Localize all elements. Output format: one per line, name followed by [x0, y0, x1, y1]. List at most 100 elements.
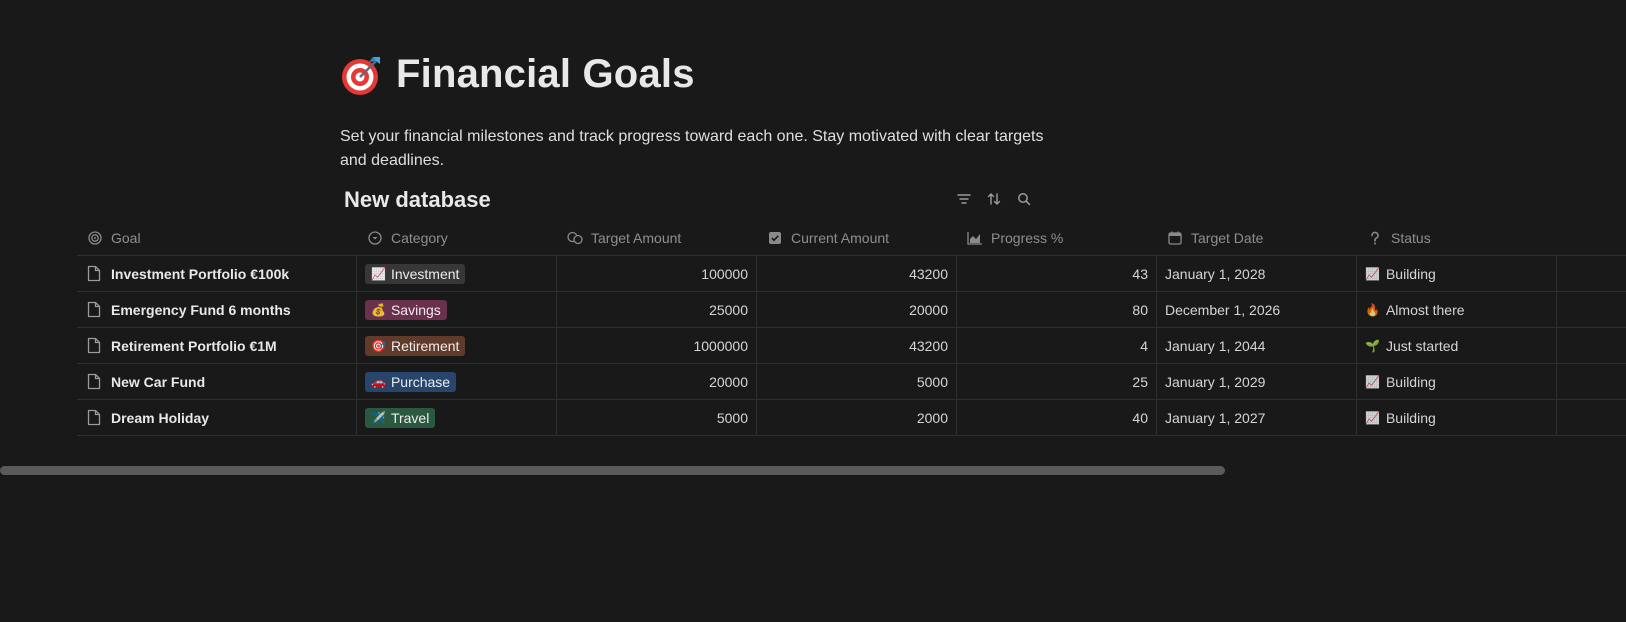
cell-goal[interactable]: Retirement Portfolio €1M — [77, 328, 357, 363]
column-label: Current Amount — [791, 229, 890, 246]
goal-name: Investment Portfolio €100k — [111, 265, 290, 282]
page-description[interactable]: Set your financial milestones and track … — [340, 125, 1060, 173]
column-header-status[interactable]: Status — [1357, 220, 1557, 255]
cell-category[interactable]: 🎯 Retirement — [357, 328, 557, 363]
page-icon — [87, 265, 103, 283]
checkbox-icon — [767, 230, 783, 246]
page-icon — [87, 409, 103, 427]
cell-empty[interactable] — [1557, 400, 1626, 435]
target-icon — [87, 230, 103, 246]
cell-current-amount[interactable]: 43200 — [757, 328, 957, 363]
question-icon — [1367, 230, 1383, 246]
page-icon — [87, 373, 103, 391]
status-emoji-icon: 📈 — [1365, 410, 1380, 425]
page-icon — [87, 337, 103, 355]
table-row[interactable]: Investment Portfolio €100k 📈 Investment … — [77, 256, 1626, 292]
category-tag[interactable]: ✈️ Travel — [365, 407, 436, 428]
cell-target-amount[interactable]: 20000 — [557, 364, 757, 399]
cell-current-amount[interactable]: 2000 — [757, 400, 957, 435]
cell-empty[interactable] — [1557, 292, 1626, 327]
cell-goal[interactable]: Investment Portfolio €100k — [77, 256, 357, 291]
area-chart-icon — [967, 230, 983, 246]
cell-goal[interactable]: New Car Fund — [77, 364, 357, 399]
table-row[interactable]: Retirement Portfolio €1M 🎯 Retirement 10… — [77, 328, 1626, 364]
status-emoji-icon: 📈 — [1365, 266, 1380, 281]
sort-icon[interactable] — [984, 189, 1004, 209]
cell-target-amount[interactable]: 1000000 — [557, 328, 757, 363]
cell-category[interactable]: 📈 Investment — [357, 256, 557, 291]
cell-empty[interactable] — [1557, 256, 1626, 291]
cell-status[interactable]: 📈 Building — [1357, 256, 1557, 291]
horizontal-scrollbar[interactable] — [0, 466, 1225, 475]
cell-target-date[interactable]: January 1, 2027 — [1157, 400, 1357, 435]
notion-page: Financial Goals Set your financial miles… — [0, 0, 1626, 622]
column-label: Goal — [111, 229, 141, 246]
category-tag[interactable]: 🎯 Retirement — [365, 335, 466, 356]
status-label: Building — [1385, 409, 1436, 426]
page-header: Financial Goals — [340, 52, 695, 97]
cell-goal[interactable]: Emergency Fund 6 months — [77, 292, 357, 327]
cell-status[interactable]: 🌱 Just started — [1357, 328, 1557, 363]
cell-current-amount[interactable]: 5000 — [757, 364, 957, 399]
direct-hit-target-icon[interactable] — [340, 53, 384, 97]
column-label: Target Amount — [591, 229, 682, 246]
category-tag[interactable]: 💰 Savings — [365, 299, 447, 320]
column-header-category[interactable]: Category — [357, 220, 557, 255]
status-value: 📈 Building — [1365, 266, 1436, 282]
cell-status[interactable]: 📈 Building — [1357, 364, 1557, 399]
goal-name: Emergency Fund 6 months — [111, 301, 291, 318]
cell-target-amount[interactable]: 100000 — [557, 256, 757, 291]
coins-icon — [567, 230, 583, 246]
cell-status[interactable]: 📈 Building — [1357, 400, 1557, 435]
filter-icon[interactable] — [954, 189, 974, 209]
column-header-current-amount[interactable]: Current Amount — [757, 220, 957, 255]
cell-category[interactable]: ✈️ Travel — [357, 400, 557, 435]
column-header-progress[interactable]: Progress % — [957, 220, 1157, 255]
goal-name: New Car Fund — [111, 373, 206, 390]
select-icon — [367, 230, 383, 246]
column-header-target-date[interactable]: Target Date — [1157, 220, 1357, 255]
cell-progress[interactable]: 43 — [957, 256, 1157, 291]
column-header-goal[interactable]: Goal — [77, 220, 357, 255]
category-label: Purchase — [390, 373, 451, 390]
database-title[interactable]: New database — [344, 187, 491, 213]
goal-name: Retirement Portfolio €1M — [111, 337, 277, 354]
column-label: Progress % — [991, 229, 1064, 246]
cell-progress[interactable]: 80 — [957, 292, 1157, 327]
cell-goal[interactable]: Dream Holiday — [77, 400, 357, 435]
status-value: 📈 Building — [1365, 374, 1436, 390]
category-label: Savings — [390, 301, 441, 318]
category-label: Travel — [390, 409, 430, 426]
status-value: 📈 Building — [1365, 410, 1436, 426]
search-icon[interactable] — [1014, 189, 1034, 209]
category-tag[interactable]: 🚗 Purchase — [365, 371, 457, 392]
column-header-add[interactable] — [1557, 220, 1626, 255]
cell-target-date[interactable]: January 1, 2028 — [1157, 256, 1357, 291]
cell-target-amount[interactable]: 25000 — [557, 292, 757, 327]
page-title[interactable]: Financial Goals — [396, 52, 695, 97]
cell-progress[interactable]: 4 — [957, 328, 1157, 363]
cell-target-amount[interactable]: 5000 — [557, 400, 757, 435]
cell-progress[interactable]: 25 — [957, 364, 1157, 399]
table-row[interactable]: Dream Holiday ✈️ Travel 5000 2000 40 Jan… — [77, 400, 1626, 436]
cell-target-date[interactable]: January 1, 2029 — [1157, 364, 1357, 399]
cell-empty[interactable] — [1557, 364, 1626, 399]
cell-current-amount[interactable]: 43200 — [757, 256, 957, 291]
table-row[interactable]: Emergency Fund 6 months 💰 Savings 25000 … — [77, 292, 1626, 328]
cell-category[interactable]: 🚗 Purchase — [357, 364, 557, 399]
cell-current-amount[interactable]: 20000 — [757, 292, 957, 327]
category-tag[interactable]: 📈 Investment — [365, 263, 466, 284]
cell-empty[interactable] — [1557, 328, 1626, 363]
status-label: Just started — [1385, 337, 1459, 354]
status-emoji-icon: 🔥 — [1365, 302, 1380, 317]
cell-target-date[interactable]: January 1, 2044 — [1157, 328, 1357, 363]
category-label: Investment — [390, 265, 460, 282]
category-emoji-icon: 💰 — [371, 302, 386, 317]
table-header: Goal Category Target Amount Current Amou… — [77, 220, 1626, 256]
table-row[interactable]: New Car Fund 🚗 Purchase 20000 5000 25 Ja… — [77, 364, 1626, 400]
column-header-target-amount[interactable]: Target Amount — [557, 220, 757, 255]
cell-category[interactable]: 💰 Savings — [357, 292, 557, 327]
cell-progress[interactable]: 40 — [957, 400, 1157, 435]
cell-status[interactable]: 🔥 Almost there — [1357, 292, 1557, 327]
cell-target-date[interactable]: December 1, 2026 — [1157, 292, 1357, 327]
